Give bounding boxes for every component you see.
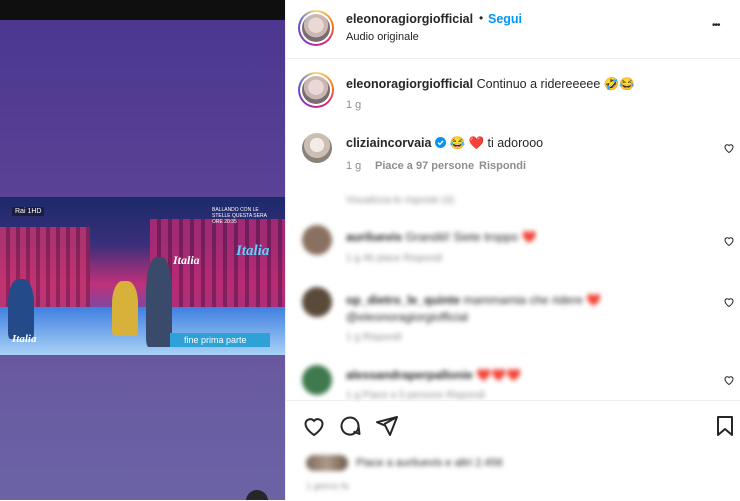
comment-line: alessandraperpallonie ❤️❤️❤️ [346,368,521,382]
action-bar: Piace a auriluevis e altri 2.456 1 giorn… [286,400,740,501]
likes-count[interactable]: Piace a auriluevis e altri 2.456 [356,457,503,469]
caption-text: Continuo a ridereeeee 🤣😂 [476,77,635,91]
channel-badge: Rai 1HD [12,207,45,216]
media-top-bar [0,0,285,20]
comment-meta: 1 g 46 piace Rispondi [346,253,443,264]
comment-like-icon[interactable] [723,374,735,386]
comment-like-icon[interactable] [723,142,735,154]
caption-line: eleonoragiorgiofficial Continuo a ridere… [346,77,635,92]
save-bookmark-icon[interactable] [713,414,737,438]
comment-text: Grandiii! Siete troppo ❤️ [405,230,537,244]
share-icon[interactable] [375,414,399,438]
like-icon[interactable] [302,414,326,438]
caption-author[interactable]: eleonoragiorgiofficial [346,77,473,91]
view-replies-link[interactable]: Visualizza le risposte (4) [346,195,454,206]
comment-line: auriluevis Grandiii! Siete troppo ❤️ [346,230,536,244]
mute-button[interactable] [246,490,268,500]
header-separator: • [479,11,484,25]
post-date: 1 giorno fa [306,481,349,491]
author-avatar[interactable] [298,10,334,46]
comment-avatar[interactable] [302,287,332,317]
caption-avatar[interactable] [298,72,334,108]
comment-username[interactable]: cliziaincorvaia [346,136,431,150]
post-media[interactable]: Italia Italia Rai 1HD BALLANDO CON LE ST… [0,0,285,500]
comment-text: 😂 ❤️ ti adorooo [449,136,544,150]
comment-avatar[interactable] [302,133,332,163]
stage-sign-left: Italia [173,253,200,267]
post-header: eleonoragiorgiofficial • Segui Audio ori… [286,0,740,59]
comment-username[interactable]: op_dietro_le_quinte [346,293,460,307]
likers-avatars [306,455,348,471]
stage-floor [0,307,285,355]
comment-likes[interactable]: Piace a 97 persone [375,160,474,172]
person-seated [8,279,34,339]
comment-like-icon[interactable] [723,235,735,247]
comment-avatar[interactable] [302,365,332,395]
verified-badge-icon [434,137,446,148]
comment-line: cliziaincorvaia 😂 ❤️ ti adorooo [346,136,543,151]
comment-icon[interactable] [338,414,362,438]
comment-time: 1 g [346,160,362,172]
author-username[interactable]: eleonoragiorgiofficial [346,12,473,26]
more-options-icon[interactable]: ••• [712,20,720,31]
video-overlay-note: BALLANDO CON LE STELLE QUESTA SERA ORE 2… [212,207,267,225]
post-panel: eleonoragiorgiofficial • Segui Audio ori… [285,0,740,500]
comment-avatar[interactable] [302,225,332,255]
comment-meta: 1 g Rispondi [346,332,402,343]
comment-username[interactable]: alessandraperpallonie [346,368,473,382]
caption-time: 1 g [346,99,362,111]
channel-corner-logo: Italia [12,333,37,345]
person-standing [146,257,172,347]
audio-label[interactable]: Audio originale [346,31,419,43]
person-kneeling [112,281,138,336]
comment-line: op_dietro_le_quinte mammamia che ridere … [346,292,646,326]
video-caption-bar: fine prima parte [170,333,270,347]
comment-username[interactable]: auriluevis [346,230,402,244]
comment-text: ❤️❤️❤️ [476,368,521,382]
stage-sign-right: Italia [236,243,270,259]
follow-button[interactable]: Segui [488,12,522,26]
reply-button[interactable]: Rispondi [479,160,526,172]
comment-like-icon[interactable] [723,296,735,308]
